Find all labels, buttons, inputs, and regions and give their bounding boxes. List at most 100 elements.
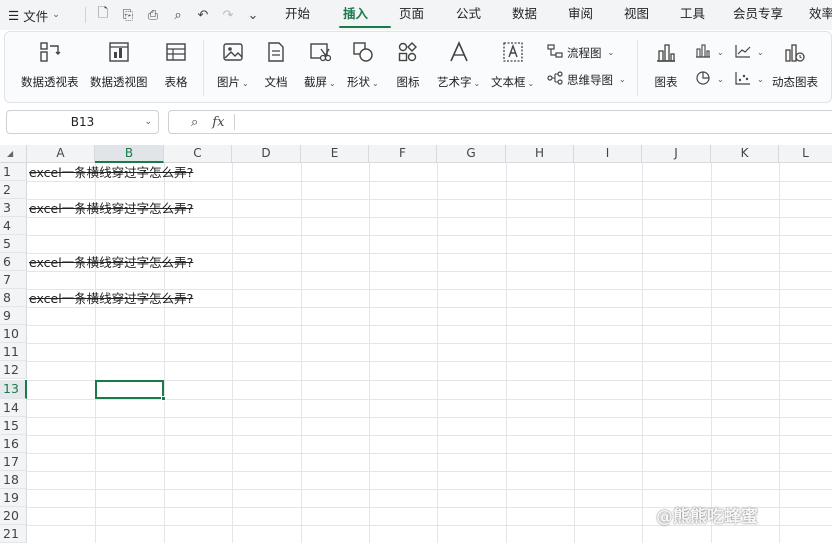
column-header-c[interactable]: C	[164, 145, 232, 163]
fill-handle[interactable]	[161, 396, 166, 401]
scatter-chart-button[interactable]: ⌄	[735, 71, 764, 88]
screenshot-button[interactable]: 截屏 ⌄	[304, 40, 336, 90]
icon-label: 图标	[396, 75, 420, 89]
chevron-down-icon: ⌄	[757, 48, 764, 57]
column-header-g[interactable]: G	[437, 145, 506, 163]
select-all-corner[interactable]: ◢	[0, 145, 27, 163]
column-header-b[interactable]: B	[95, 145, 164, 163]
row-header-6[interactable]: 6	[0, 253, 27, 271]
row-header-14[interactable]: 14	[0, 399, 27, 417]
tab-member[interactable]: 会员专享	[727, 0, 805, 30]
row-header-18[interactable]: 18	[0, 471, 27, 489]
column-header-e[interactable]: E	[301, 145, 369, 163]
column-header-i[interactable]: I	[574, 145, 642, 163]
document-button[interactable]: 文档	[264, 40, 288, 90]
gridline	[301, 163, 302, 543]
flowchart-button[interactable]: 流程图 ⌄	[547, 44, 614, 61]
column-header-a[interactable]: A	[27, 145, 95, 163]
bar-chart-icon	[654, 40, 678, 64]
triangle-icon: ◢	[7, 149, 14, 158]
print-preview-icon[interactable]: ⌕	[170, 8, 186, 23]
mindmap-button[interactable]: 思维导图 ⌄	[547, 71, 626, 88]
gridline	[27, 417, 832, 418]
tab-data[interactable]: 数据	[506, 0, 562, 30]
fx-icon[interactable]: fx	[212, 115, 224, 130]
shapes-icon	[351, 40, 375, 64]
row-header-11[interactable]: 11	[0, 343, 27, 361]
tab-insert[interactable]: 插入	[337, 0, 393, 30]
file-menu-button[interactable]: ☰ 文件 ⌄	[0, 0, 76, 30]
column-header-d[interactable]: D	[232, 145, 301, 163]
tab-page[interactable]: 页面	[393, 0, 450, 30]
cell-a6[interactable]: excel一条横线穿过字怎么弄?	[29, 254, 193, 272]
qat-more-icon[interactable]: ⌄	[245, 8, 261, 23]
tab-view[interactable]: 视图	[618, 0, 674, 30]
row-header-16[interactable]: 16	[0, 435, 27, 453]
row-header-13[interactable]: 13	[0, 380, 27, 399]
name-box[interactable]: B13 ⌄	[6, 110, 159, 134]
hamburger-icon: ☰	[8, 7, 20, 23]
column-chart-icon	[695, 44, 711, 61]
row-header-12[interactable]: 12	[0, 361, 27, 379]
pivot-chart-button[interactable]: 数据透视图	[90, 40, 148, 90]
row-header-1[interactable]: 1	[0, 163, 27, 181]
print-icon[interactable]: ⎙	[145, 8, 161, 23]
row-header-2[interactable]: 2	[0, 181, 27, 199]
tab-review[interactable]: 审阅	[562, 0, 618, 30]
tab-home[interactable]: 开始	[278, 0, 337, 30]
wordart-button[interactable]: 艺术字 ⌄	[437, 40, 480, 90]
row-header-21[interactable]: 21	[0, 525, 27, 543]
pivot-table-label: 数据透视表	[21, 75, 79, 89]
ribbon-tabs: 开始 插入 页面 公式 数据 审阅 视图 工具 会员专享 效率	[278, 0, 832, 30]
icon-button[interactable]: 图标	[396, 40, 420, 90]
column-header-j[interactable]: J	[642, 145, 711, 163]
tab-efficiency[interactable]: 效率	[805, 0, 832, 30]
column-chart-button[interactable]: ⌄	[695, 44, 724, 61]
cell-a8[interactable]: excel一条横线穿过字怎么弄?	[29, 290, 193, 308]
shape-button[interactable]: 形状 ⌄	[347, 40, 379, 90]
redo-icon[interactable]: ↷	[220, 8, 236, 23]
row-header-4[interactable]: 4	[0, 217, 27, 235]
spreadsheet-grid[interactable]: ◢ A B C D E F G H I J K L 1 2 3 4 5 6 7 …	[0, 145, 832, 543]
row-header-9[interactable]: 9	[0, 307, 27, 325]
tab-formula[interactable]: 公式	[450, 0, 506, 30]
row-header-3[interactable]: 3	[0, 199, 27, 217]
pivot-table-button[interactable]: 数据透视表	[21, 40, 79, 90]
column-header-k[interactable]: K	[711, 145, 779, 163]
picture-button[interactable]: 图片 ⌄	[217, 40, 249, 90]
quick-access-toolbar: 🗋 ⎘ ⎙ ⌕ ↶ ↷ ⌄	[95, 0, 261, 30]
column-header-f[interactable]: F	[369, 145, 437, 163]
export-pdf-icon[interactable]: ⎘	[120, 8, 136, 23]
watermark: @熊熊吃蜂蜜	[656, 507, 758, 527]
column-header-l[interactable]: L	[779, 145, 832, 163]
row-header-10[interactable]: 10	[0, 325, 27, 343]
mindmap-icon	[547, 71, 563, 88]
save-icon[interactable]: 🗋	[95, 4, 111, 26]
divider	[203, 40, 204, 96]
row-header-5[interactable]: 5	[0, 235, 27, 253]
chevron-down-icon[interactable]: ⌄	[144, 117, 152, 127]
row-header-7[interactable]: 7	[0, 271, 27, 289]
row-header-19[interactable]: 19	[0, 489, 27, 507]
gridline	[164, 163, 165, 543]
row-header-8[interactable]: 8	[0, 289, 27, 307]
dynamic-chart-button[interactable]: 动态图表	[772, 40, 818, 90]
row-header-20[interactable]: 20	[0, 507, 27, 525]
wordart-label: 艺术字 ⌄	[437, 75, 481, 89]
column-header-h[interactable]: H	[506, 145, 574, 163]
dynamic-chart-icon	[783, 40, 807, 64]
undo-icon[interactable]: ↶	[195, 8, 211, 23]
file-menu-label: 文件	[23, 8, 49, 24]
row-header-17[interactable]: 17	[0, 453, 27, 471]
row-header-15[interactable]: 15	[0, 417, 27, 435]
cell-a1[interactable]: excel一条横线穿过字怎么弄?	[29, 164, 193, 182]
zoom-search-icon[interactable]: ⌕	[191, 115, 198, 130]
cell-a3[interactable]: excel一条横线穿过字怎么弄?	[29, 200, 193, 218]
tab-tools[interactable]: 工具	[674, 0, 727, 30]
textbox-button[interactable]: 文本框 ⌄	[491, 40, 534, 90]
active-cell-b13[interactable]	[95, 380, 166, 401]
table-button[interactable]: 表格	[164, 40, 188, 90]
pie-chart-button[interactable]: ⌄	[695, 71, 724, 88]
chart-button[interactable]: 图表	[654, 40, 678, 90]
line-chart-button[interactable]: ⌄	[735, 44, 764, 61]
